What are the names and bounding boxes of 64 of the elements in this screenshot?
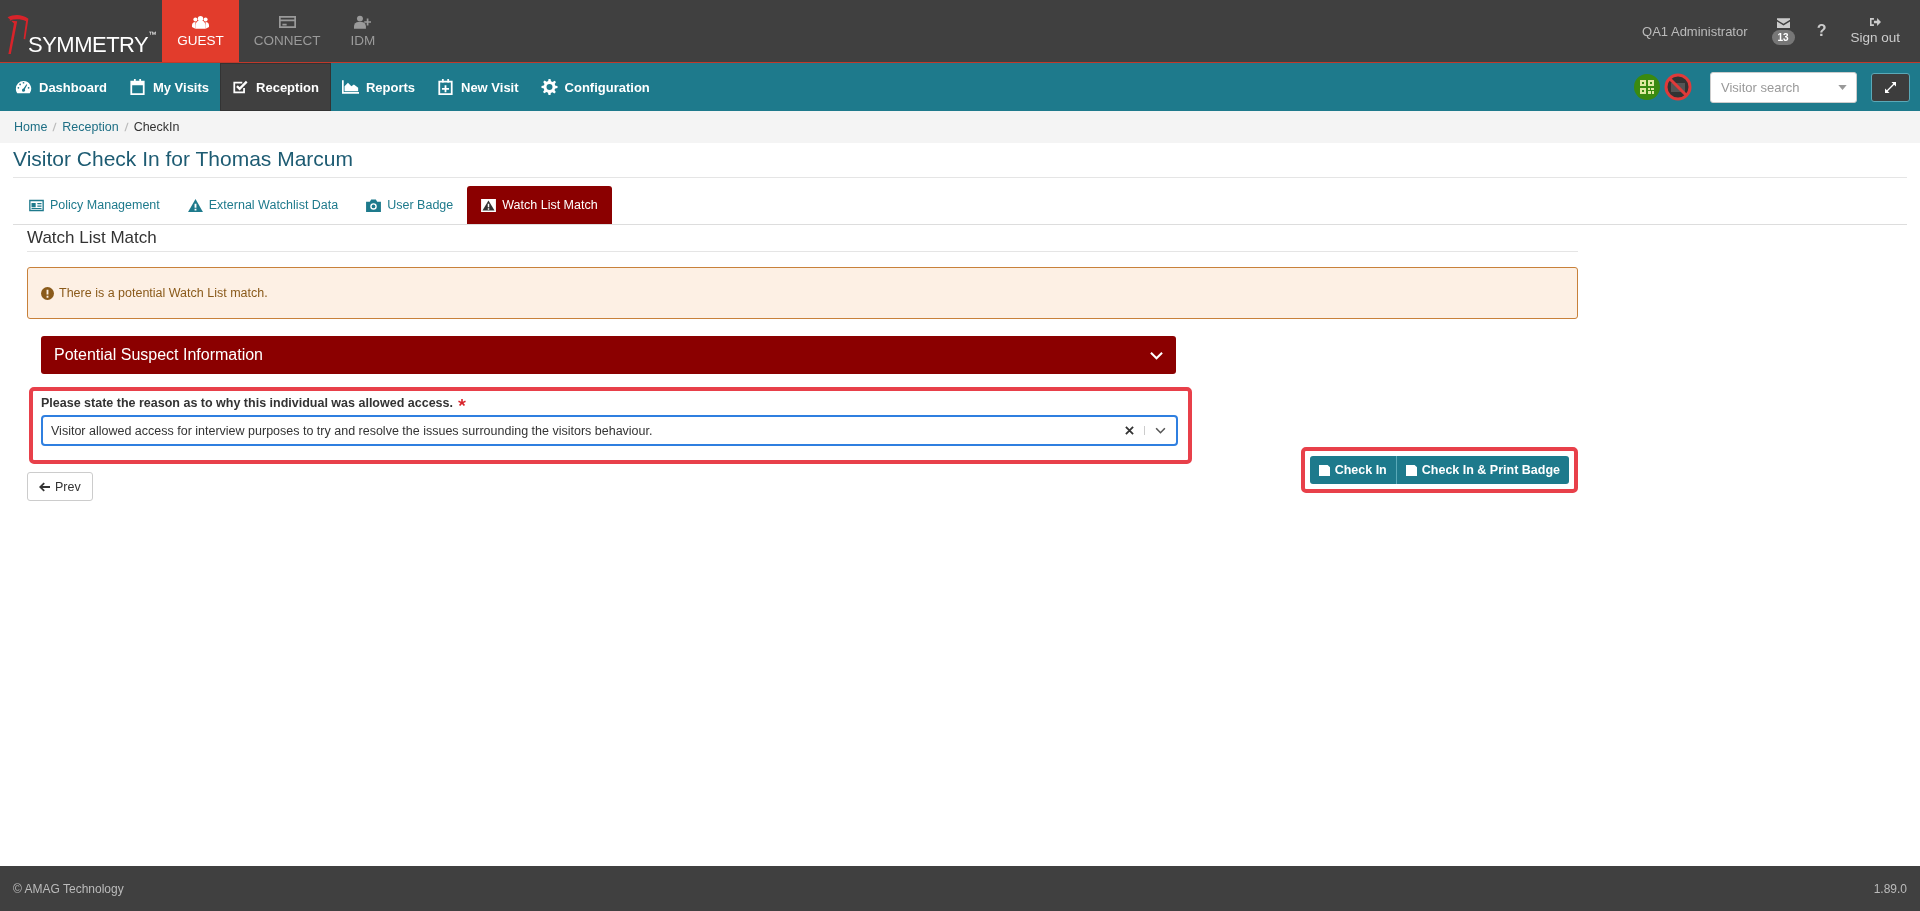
logo-text: SYMMETRY <box>28 34 149 56</box>
nav-item[interactable]: My Visits <box>117 63 221 111</box>
checkbox-icon <box>232 79 250 95</box>
trademark: ™ <box>148 30 157 39</box>
breadcrumb-separator-icon <box>52 122 58 132</box>
user-name[interactable]: QA1 Administrator <box>1642 23 1748 39</box>
expand-button[interactable] <box>1871 72 1910 102</box>
qr-code-icon <box>1640 80 1654 94</box>
logo-swoosh-icon <box>6 12 30 56</box>
breadcrumb-link[interactable]: Home <box>14 120 48 134</box>
breadcrumb-current: CheckIn <box>133 120 180 134</box>
app-tab[interactable]: CONNECT <box>238 0 336 62</box>
visitor-search-field[interactable]: Visitor search <box>1710 71 1857 103</box>
mail-icon <box>1776 17 1790 28</box>
app-tab[interactable]: IDM <box>335 0 391 62</box>
message-count: 13 <box>1771 29 1795 45</box>
tab[interactable]: User Badge <box>352 186 468 224</box>
expand-icon <box>1885 81 1896 93</box>
tab[interactable]: External Watchlist Data <box>173 186 353 224</box>
card-blocked-icon <box>1664 73 1692 101</box>
section-title: Watch List Match <box>27 228 1578 252</box>
dropdown-caret-icon <box>1838 84 1847 90</box>
messages-button[interactable]: 13 <box>1771 0 1795 62</box>
id-card-icon <box>29 198 44 212</box>
nav-item[interactable]: Reports <box>330 63 426 111</box>
arrow-left-icon <box>39 481 50 492</box>
nav-item[interactable]: Configuration <box>529 63 661 111</box>
version-text: 1.89.0 <box>1873 881 1907 896</box>
tab[interactable]: Watch List Match <box>467 186 612 224</box>
gauge-icon <box>15 79 32 95</box>
page-title: Visitor Check In for Thomas Marcum <box>13 147 1907 178</box>
app-tab[interactable]: GUEST <box>162 0 239 62</box>
panel-title: Potential Suspect Information <box>54 346 263 364</box>
field-label: Please state the reason as to why this individual was allowed access. <box>41 396 453 410</box>
settings-icon <box>540 79 558 95</box>
tab[interactable]: Policy Management <box>15 186 174 224</box>
check-in-button[interactable]: Check In & Print Badge <box>1396 456 1569 484</box>
calendar-icon <box>128 79 146 95</box>
breadcrumb-separator-icon <box>123 122 129 132</box>
nav-item[interactable]: Dashboard <box>4 63 118 111</box>
prev-button[interactable]: Prev <box>27 472 93 501</box>
warning-icon <box>187 198 203 212</box>
sign-out-icon <box>1869 17 1881 27</box>
nav-item[interactable]: Reception <box>220 63 331 111</box>
sign-out-button[interactable]: Sign out <box>1850 0 1900 62</box>
card-icon <box>278 14 296 29</box>
alert-text: There is a potential Watch List match. <box>59 286 268 300</box>
copyright-text: © AMAG Technology <box>13 881 124 896</box>
exclamation-icon <box>41 286 54 300</box>
check-in-button[interactable]: Check In <box>1309 456 1397 484</box>
warning-icon <box>481 198 497 212</box>
breadcrumb-link[interactable]: Reception <box>62 120 119 134</box>
area-chart-icon <box>341 79 359 95</box>
clear-icon <box>1125 426 1134 435</box>
qr-code-button[interactable] <box>1634 74 1660 100</box>
group-icon <box>192 14 210 29</box>
reason-select[interactable]: Visitor allowed access for interview purposes to try and resolve the issues surrounding the visitors behaviour. <box>41 415 1178 446</box>
chevron-down-icon <box>1155 427 1166 434</box>
help-button[interactable]: ? <box>1816 22 1827 40</box>
nav-item[interactable]: New Visit <box>426 63 530 111</box>
camera-icon <box>366 198 382 212</box>
user-add-icon <box>354 14 372 29</box>
collapsible-panel-header[interactable]: Potential Suspect Information <box>41 336 1176 374</box>
calendar-plus-icon <box>437 79 454 95</box>
